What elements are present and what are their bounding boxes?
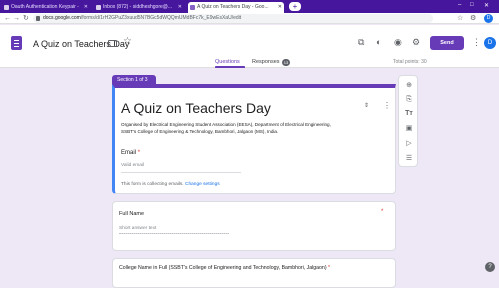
user-avatar[interactable]: D — [484, 37, 496, 49]
browser-profile-avatar[interactable]: D — [484, 14, 493, 23]
question-title[interactable]: Full Name — [119, 211, 144, 217]
short-answer-placeholder: Short answer text — [119, 226, 157, 231]
star-icon[interactable]: ☆ — [123, 36, 132, 47]
url-path: /forms/d/1rH2GPuZ3xuud5N7BGc5dWQQmUMdBFc… — [80, 15, 242, 21]
settings-gear-icon[interactable]: ⚙ — [412, 37, 420, 48]
close-tab-icon[interactable]: ✕ — [178, 2, 182, 13]
question-card[interactable]: Full Name * Short answer text — [112, 201, 396, 251]
google-forms-logo-icon[interactable] — [11, 36, 22, 50]
short-answer-underline — [119, 233, 229, 234]
required-asterisk: * — [137, 150, 141, 156]
form-description[interactable]: Organised by Electrical Engineering Stud… — [121, 122, 346, 135]
active-tab-indicator — [215, 66, 245, 68]
change-settings-link[interactable]: Change settings — [185, 182, 220, 187]
move-to-folder-icon[interactable] — [108, 40, 117, 47]
tab-favicon-icon — [96, 5, 101, 10]
send-button[interactable]: Send — [430, 36, 464, 50]
question-title-text: College Name in Full (SSBT's College of … — [119, 265, 327, 271]
browser-tab[interactable]: Inbox (872) - siddheshgore@... ✕ — [94, 2, 184, 13]
section-more-icon[interactable]: ⋮ — [383, 101, 391, 110]
email-label-text: Email — [121, 150, 137, 156]
lock-icon — [36, 16, 40, 21]
address-bar[interactable]: docs.google.com/forms/d/1rH2GPuZ3xuud5N7… — [33, 14, 433, 23]
question-title[interactable]: College Name in Full (SSBT's College of … — [119, 265, 330, 271]
add-video-icon[interactable]: ▷ — [399, 137, 419, 151]
required-asterisk: * — [328, 265, 331, 271]
forward-icon[interactable]: → — [13, 14, 20, 23]
new-tab-button[interactable]: + — [289, 2, 301, 11]
back-icon[interactable]: ← — [4, 14, 11, 23]
question-toolbar: ⊕ ⎘ Tт ▣ ▷ ☰ — [398, 75, 418, 167]
collapse-section-icon[interactable]: ⇕ — [364, 102, 369, 109]
bookmark-star-icon[interactable]: ☆ — [457, 14, 463, 23]
email-question-label: Email * — [121, 150, 140, 156]
responses-count-badge: 13 — [282, 59, 290, 66]
collect-note-text: This form is collecting emails. — [121, 182, 184, 187]
collect-emails-note: This form is collecting emails. Change s… — [121, 182, 220, 187]
form-tabs: Questions Responses 13 Total points: 30 — [0, 57, 499, 68]
url-host: docs.google.com — [43, 15, 81, 21]
add-question-icon[interactable]: ⊕ — [399, 79, 419, 93]
question-card[interactable]: College Name in Full (SSBT's College of … — [112, 258, 396, 288]
tab-responses[interactable]: Responses — [252, 57, 280, 67]
browser-tab-strip: Oauth Authentication Keypair - ✕ Inbox (… — [0, 0, 499, 13]
browser-toolbar: ← → ↻ docs.google.com/forms/d/1rH2GPuZ3x… — [0, 13, 499, 24]
close-tab-icon[interactable]: ✕ — [84, 2, 88, 13]
browser-tab-label: A Quiz on Teachers Day - Goo... — [197, 4, 269, 10]
add-image-icon[interactable]: ▣ — [399, 122, 419, 136]
browser-tab[interactable]: Oauth Authentication Keypair - ✕ — [2, 2, 90, 13]
email-placeholder: Valid email — [121, 163, 145, 168]
browser-tab-active[interactable]: A Quiz on Teachers Day - Goo... ✕ — [188, 2, 284, 13]
more-options-icon[interactable]: ⋮ — [472, 37, 481, 48]
preview-eye-icon[interactable]: ◉ — [394, 37, 402, 48]
email-field-underline — [121, 172, 241, 173]
browser-tab-label: Inbox (872) - siddheshgore@... — [103, 4, 173, 10]
browser-tab-label: Oauth Authentication Keypair - — [11, 4, 79, 10]
reload-icon[interactable]: ↻ — [23, 14, 29, 23]
add-title-icon[interactable]: Tт — [399, 107, 419, 121]
customize-theme-icon[interactable]: ◐ — [376, 37, 381, 47]
extensions-icon[interactable]: ⚙ — [470, 14, 476, 23]
total-points: Total points: 30 — [393, 59, 427, 65]
import-questions-icon[interactable]: ⎘ — [399, 93, 419, 107]
close-window-icon[interactable]: ✕ — [484, 2, 489, 9]
add-section-icon[interactable]: ☰ — [399, 152, 419, 166]
form-title-card[interactable]: A Quiz on Teachers Day ⇕ ⋮ Organised by … — [112, 84, 396, 194]
required-asterisk: * — [381, 209, 384, 215]
maximize-icon[interactable]: □ — [470, 2, 474, 8]
close-tab-icon[interactable]: ✕ — [278, 2, 282, 13]
tab-favicon-icon — [190, 5, 195, 10]
form-title[interactable]: A Quiz on Teachers Day — [121, 100, 271, 116]
minimize-icon[interactable]: – — [458, 2, 461, 8]
help-icon[interactable]: ? — [485, 262, 495, 272]
tab-favicon-icon — [4, 5, 9, 10]
addons-icon[interactable]: ⧉ — [358, 37, 364, 48]
